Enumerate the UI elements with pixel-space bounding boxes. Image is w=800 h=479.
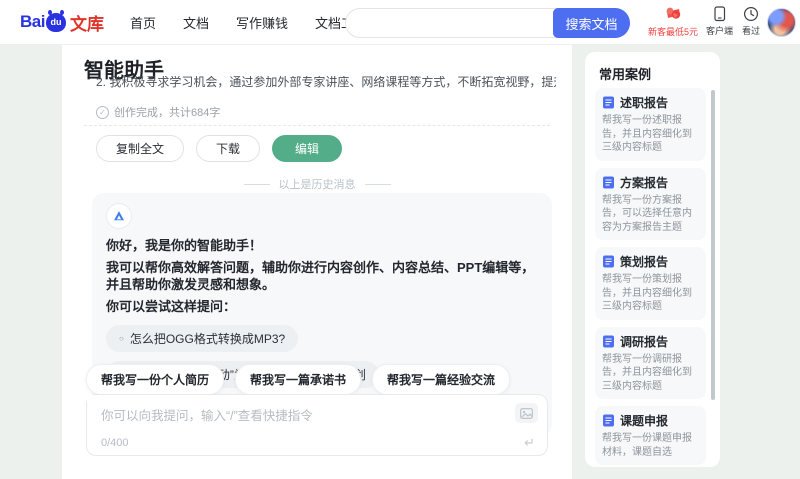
viewed-history[interactable]: 看过	[742, 6, 760, 37]
logo-bai-text: Bai	[20, 12, 45, 31]
client-label: 客户端	[706, 26, 734, 36]
clock-icon	[743, 6, 759, 22]
example-item-diaoyan-report[interactable]: 调研报告 帮我写一份调研报告，并且内容细化到三级内容标题	[595, 326, 706, 399]
baidu-wenku-assistant-page: Bai du 文库 首页 文档 写作赚钱 文档工具 更多 搜索文档 新客最低5元	[0, 0, 800, 479]
top-nav: Bai du 文库 首页 文档 写作赚钱 文档工具 更多 搜索文档 新客最低5元	[0, 0, 800, 45]
examples-panel: 常用案例 述职报告 帮我写一份述职报告，并且内容细化到三级内容标题 方案报告 帮…	[585, 52, 720, 467]
phone-icon	[714, 6, 726, 22]
message-input[interactable]	[87, 395, 503, 429]
document-icon	[603, 335, 614, 347]
quick-prompt-resume[interactable]: 帮我写一份个人简历	[86, 364, 225, 395]
document-icon	[603, 96, 614, 109]
status-text: 创作完成，共计684字	[114, 107, 221, 119]
download-button[interactable]: 下载	[196, 135, 261, 162]
logo-du-text: du	[50, 17, 62, 27]
document-icon	[603, 255, 614, 268]
message-composer: 0/400 ↵	[86, 394, 548, 456]
new-user-promo[interactable]: 新客最低5元	[642, 6, 704, 38]
nav-item-home[interactable]: 首页	[130, 13, 156, 32]
assistant-logo-icon	[114, 211, 124, 221]
char-counter: 0/400	[101, 437, 129, 449]
example-item-cehua-report[interactable]: 策划报告 帮我写一份策划报告，并且内容细化到三级内容标题	[595, 247, 706, 320]
nav-item-earn[interactable]: 写作赚钱	[236, 13, 288, 32]
section-divider	[84, 125, 550, 126]
welcome-hint: 你可以尝试这样提问：	[106, 298, 237, 314]
example-item-shuzhi-report[interactable]: 述职报告 帮我写一份述职报告，并且内容细化到三级内容标题	[595, 88, 706, 161]
example-list: 述职报告 帮我写一份述职报告，并且内容细化到三级内容标题 方案报告 帮我写一份方…	[595, 88, 706, 467]
assistant-avatar	[106, 203, 132, 229]
baidu-paw-icon: du	[45, 9, 66, 32]
example-item-fangan-report[interactable]: 方案报告 帮我写一份方案报告，可以选择任意内容为方案报告主题	[595, 167, 706, 240]
user-avatar[interactable]	[767, 8, 796, 37]
document-icon	[603, 414, 614, 427]
search-button[interactable]: 搜索文档	[553, 8, 630, 38]
client-app[interactable]: 客户端	[706, 6, 733, 37]
examples-title: 常用案例	[599, 67, 652, 82]
message-actions: 复制全文 下载 编辑	[96, 135, 343, 162]
attach-image-button[interactable]	[515, 403, 538, 423]
quick-prompts: 帮我写一份个人简历 帮我写一篇承诺书 帮我写一篇经验交流	[86, 364, 511, 395]
history-divider: 以上是历史消息	[62, 176, 572, 192]
baidu-wenku-logo[interactable]: Bai du 文库	[20, 9, 104, 35]
history-message-tail: 2. 我积极寻求学习机会，通过参加外部专家讲座、网络课程等方式，不断拓宽视野，提…	[96, 76, 556, 89]
image-icon	[520, 407, 533, 419]
edit-button[interactable]: 编辑	[272, 135, 343, 162]
viewed-label: 看过	[742, 26, 761, 36]
check-icon: ✓	[96, 105, 109, 119]
welcome-greeting: 你好，我是你的智能助手！	[106, 238, 263, 253]
quick-prompt-experience[interactable]: 帮我写一篇经验交流	[372, 364, 511, 395]
suggestion-chip-ogg-mp3[interactable]: ○ 怎么把OGG格式转换成MP3?	[106, 325, 299, 353]
search-bar: 搜索文档	[345, 8, 630, 38]
chat-panel: 智能助手 2. 我积极寻求学习机会，通过参加外部专家讲座、网络课程等方式，不断拓…	[62, 45, 572, 479]
document-icon	[603, 176, 614, 188]
send-enter-icon[interactable]: ↵	[524, 435, 535, 451]
sidebar-scrollbar[interactable]	[711, 90, 715, 400]
quick-prompt-commitment[interactable]: 帮我写一篇承诺书	[235, 364, 362, 395]
logo-wenku-text: 文库	[69, 14, 104, 34]
copy-full-text-button[interactable]: 复制全文	[96, 135, 185, 162]
welcome-intro: 我可以帮你高效解答问题，辅助你进行内容创作、内容总结、PPT编辑等，并且帮助你激…	[106, 259, 535, 293]
promo-label: 新客最低5元	[647, 27, 698, 37]
gift-icon	[666, 7, 681, 19]
nav-item-docs[interactable]: 文档	[183, 13, 209, 32]
example-item-keti-shenbao[interactable]: 课题申报 帮我写一份课题申报材料，课题自选	[595, 406, 706, 465]
creation-status: ✓ 创作完成，共计684字	[96, 104, 220, 120]
bullet-icon: ○	[119, 334, 124, 344]
